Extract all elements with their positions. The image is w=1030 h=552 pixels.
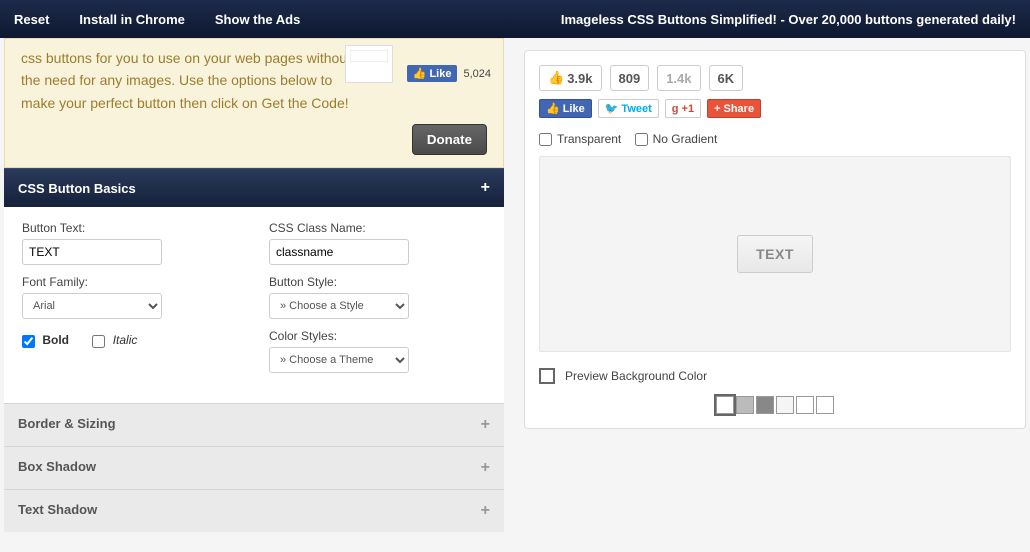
color-theme-select[interactable]: » Choose a Theme	[269, 347, 409, 373]
panel-box-shadow[interactable]: Box Shadow +	[4, 446, 504, 489]
transparent-checkbox[interactable]	[539, 133, 552, 146]
top-toolbar: Reset Install in Chrome Show the Ads Ima…	[0, 0, 1030, 38]
button-style-label: Button Style:	[269, 275, 486, 289]
button-text-label: Button Text:	[22, 221, 239, 235]
bg-color-label: Preview Background Color	[565, 369, 707, 383]
bold-checkbox[interactable]	[22, 335, 35, 348]
button-text-input[interactable]	[22, 239, 162, 265]
gplus-icon: g	[672, 103, 679, 115]
button-style-select[interactable]: » Choose a Style	[269, 293, 409, 319]
swatch[interactable]	[736, 396, 754, 414]
italic-checkbox-label[interactable]: Italic	[92, 333, 137, 347]
thumbs-up-icon: 👍	[548, 70, 564, 86]
intro-text: css buttons for you to use on your web p…	[21, 47, 361, 114]
class-name-input[interactable]	[269, 239, 409, 265]
swatch[interactable]	[816, 396, 834, 414]
install-chrome-button[interactable]: Install in Chrome	[79, 12, 184, 27]
donate-button[interactable]: Donate	[412, 124, 487, 155]
color-styles-label: Color Styles:	[269, 329, 486, 343]
plus-icon: +	[481, 179, 490, 197]
thumbs-up-icon: 👍	[546, 102, 560, 115]
no-gradient-option[interactable]: No Gradient	[635, 132, 718, 146]
italic-checkbox[interactable]	[92, 335, 105, 348]
panel-text-shadow[interactable]: Text Shadow +	[4, 489, 504, 532]
reset-button[interactable]: Reset	[14, 12, 49, 27]
swatch-row	[539, 396, 1011, 414]
preview-area: TEXT	[539, 156, 1011, 352]
fb-like-button[interactable]: 👍Like	[539, 99, 592, 118]
bold-checkbox-label[interactable]: Bold	[22, 333, 72, 347]
preview-button[interactable]: TEXT	[737, 235, 813, 273]
plus-icon: +	[481, 459, 490, 477]
font-family-label: Font Family:	[22, 275, 239, 289]
swatch[interactable]	[716, 396, 734, 414]
bg-color-picker[interactable]	[539, 368, 555, 384]
swatch[interactable]	[776, 396, 794, 414]
count-like: 👍3.9k	[539, 65, 602, 91]
no-gradient-checkbox[interactable]	[635, 133, 648, 146]
panel-basics-title: CSS Button Basics	[18, 181, 136, 196]
intro-box: css buttons for you to use on your web p…	[4, 38, 504, 168]
thumbnail-image	[345, 45, 393, 83]
transparent-option[interactable]: Transparent	[539, 132, 621, 146]
swatch[interactable]	[756, 396, 774, 414]
swatch[interactable]	[796, 396, 814, 414]
thumbs-up-icon: 👍	[413, 67, 427, 80]
tweet-button[interactable]: 🐦Tweet	[598, 99, 659, 118]
show-ads-button[interactable]: Show the Ads	[215, 12, 300, 27]
tagline-text: Imageless CSS Buttons Simplified! - Over…	[561, 12, 1016, 27]
count-share: 6K	[709, 65, 744, 91]
preview-panel: 👍3.9k 809 1.4k 6K 👍Like 🐦Tweet g+1 +Shar…	[524, 50, 1026, 429]
font-family-select[interactable]: Arial	[22, 293, 162, 319]
share-button[interactable]: +Share	[707, 99, 761, 118]
count-tweets: 809	[610, 65, 650, 91]
plus-icon: +	[714, 103, 720, 115]
class-name-label: CSS Class Name:	[269, 221, 486, 235]
twitter-icon: 🐦	[605, 102, 619, 115]
count-gplus: 1.4k	[657, 65, 700, 91]
gplus-button[interactable]: g+1	[665, 99, 701, 118]
plus-icon: +	[481, 416, 490, 434]
panel-basics-body: Button Text: Font Family: Arial Bold Ita…	[4, 207, 504, 403]
fb-like-count: 5,024	[463, 68, 491, 80]
panel-border-sizing[interactable]: Border & Sizing +	[4, 403, 504, 446]
panel-basics-header[interactable]: CSS Button Basics +	[4, 168, 504, 207]
plus-icon: +	[481, 502, 490, 520]
fb-like-button[interactable]: 👍 Like	[407, 65, 458, 82]
